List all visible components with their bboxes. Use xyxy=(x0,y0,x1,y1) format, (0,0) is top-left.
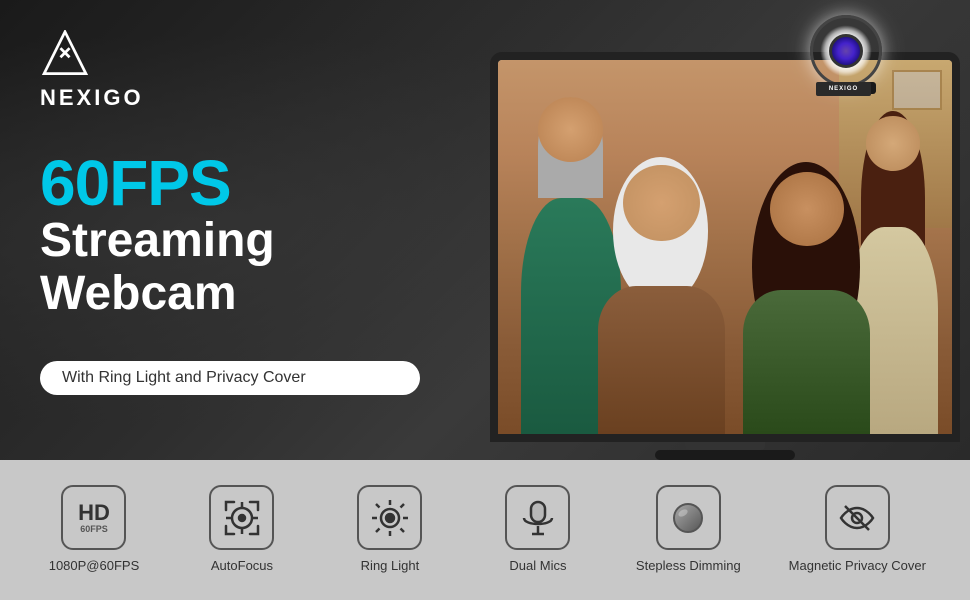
right-panel: NEXIGO xyxy=(460,0,970,460)
p4-body xyxy=(743,290,870,434)
feature-label-autofocus: AutoFocus xyxy=(211,558,273,575)
p3-body xyxy=(598,286,725,434)
hero-section: NEXIGO 60FPS Streaming Webcam With Ring … xyxy=(0,0,970,460)
nexigo-logo-icon xyxy=(40,30,90,80)
feature-label-hd: 1080P@60FPS xyxy=(49,558,140,575)
left-panel: NEXIGO 60FPS Streaming Webcam With Ring … xyxy=(0,0,460,460)
autofocus-icon-box xyxy=(209,485,274,550)
monitor-stand xyxy=(685,442,765,450)
webcam-device: NEXIGO xyxy=(810,15,890,95)
dimming-icon xyxy=(668,498,708,538)
feature-stepless-dimming: Stepless Dimming xyxy=(636,485,741,575)
mic-icon xyxy=(518,498,558,538)
feature-hd-60fps: HD 60FPS 1080P@60FPS xyxy=(44,485,144,575)
family-photo xyxy=(498,60,952,434)
monitor-frame xyxy=(490,52,960,442)
monitor-wrapper: NEXIGO xyxy=(480,30,970,460)
features-bar: HD 60FPS 1080P@60FPS xyxy=(0,460,970,600)
webcam-ring-light xyxy=(810,15,882,87)
ring-light-icon-box xyxy=(357,485,422,550)
feature-privacy-cover: Magnetic Privacy Cover xyxy=(789,485,926,575)
monitor-screen xyxy=(498,60,952,434)
feature-dual-mics: Dual Mics xyxy=(488,485,588,575)
ring-light-icon xyxy=(370,498,410,538)
feature-autofocus: AutoFocus xyxy=(192,485,292,575)
webcam-base: NEXIGO xyxy=(816,82,876,94)
badge-text: With Ring Light and Privacy Cover xyxy=(62,369,306,386)
dimming-icon-box xyxy=(656,485,721,550)
page-container: NEXIGO 60FPS Streaming Webcam With Ring … xyxy=(0,0,970,600)
p1-head xyxy=(538,97,603,162)
p2-head xyxy=(866,116,920,170)
feature-label-dimming: Stepless Dimming xyxy=(636,558,741,575)
privacy-icon xyxy=(837,498,877,538)
dual-mics-icon-box xyxy=(505,485,570,550)
person-3 xyxy=(598,165,725,434)
feature-ring-light: Ring Light xyxy=(340,485,440,575)
feature-label-privacy: Magnetic Privacy Cover xyxy=(789,558,926,575)
headline-area: 60FPS Streaming Webcam xyxy=(40,151,420,321)
privacy-icon-box xyxy=(825,485,890,550)
fps-small-text: 60FPS xyxy=(80,524,108,534)
fps-label: 60FPS xyxy=(40,151,420,215)
autofocus-icon xyxy=(222,498,262,538)
feature-label-ring-light: Ring Light xyxy=(361,558,420,575)
brand-name: NEXIGO xyxy=(40,85,144,111)
hd-icon-box: HD 60FPS xyxy=(61,485,126,550)
streaming-label: Streaming Webcam xyxy=(40,215,420,321)
kitchen-window xyxy=(892,70,942,110)
logo-area: NEXIGO xyxy=(40,30,420,111)
nexigo-webcam-label: NEXIGO xyxy=(816,82,871,96)
person-4 xyxy=(743,172,870,434)
hd-text: HD xyxy=(78,502,110,524)
monitor-foot xyxy=(655,450,795,460)
p3-head xyxy=(623,165,699,241)
feature-label-dual-mics: Dual Mics xyxy=(509,558,566,575)
badge: With Ring Light and Privacy Cover xyxy=(40,361,420,395)
p4-head xyxy=(770,172,844,246)
